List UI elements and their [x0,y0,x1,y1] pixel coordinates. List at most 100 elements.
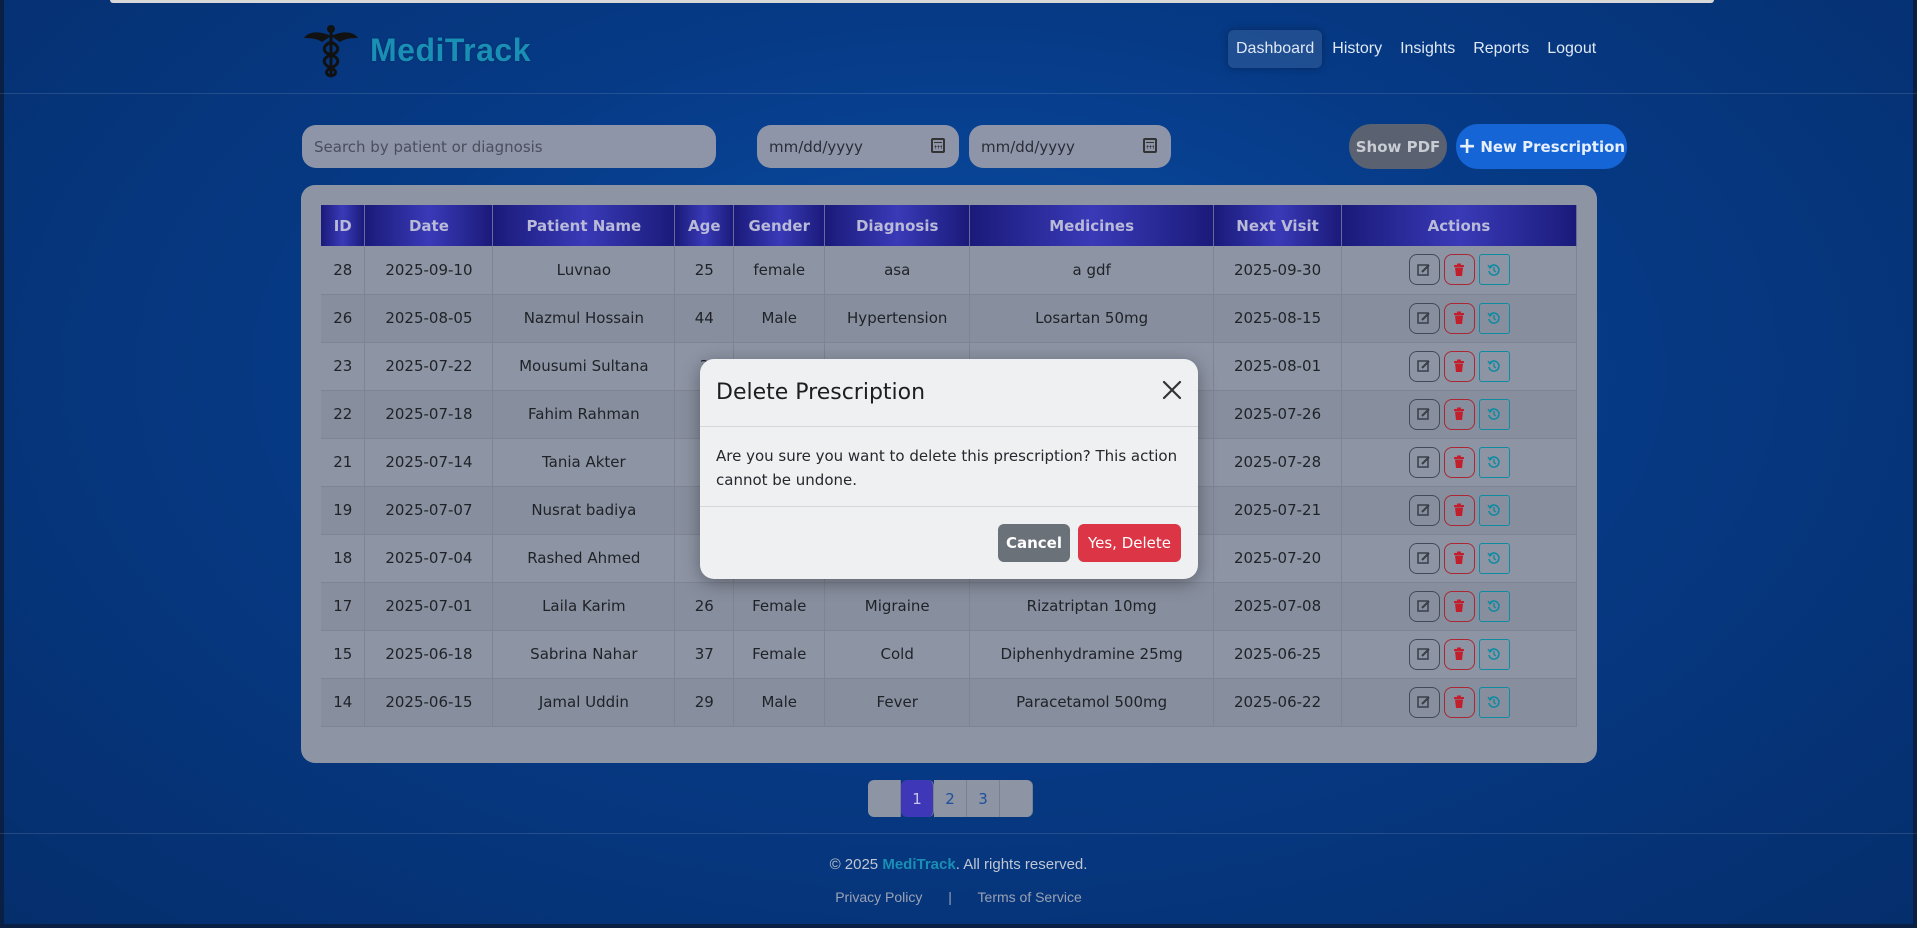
edit-button[interactable] [1408,686,1440,718]
history-button[interactable] [1478,494,1510,526]
edit-button[interactable] [1408,350,1440,382]
column-header[interactable]: Diagnosis [824,205,971,246]
cell-diagnosis: Hypertension [824,294,971,343]
row-actions [1342,542,1576,574]
history-button[interactable] [1478,350,1510,382]
date-from-input[interactable]: mm/dd/yyyy [757,125,959,168]
edit-icon [1417,552,1430,564]
table-row: 28 2025-09-10 Luvnao 25 female asa a gdf 2025-0… [321,246,1577,295]
row-actions [1342,254,1576,286]
modal-footer: Cancel Yes, Delete [700,507,1198,579]
cell-age: 44 [674,294,735,343]
history-button[interactable] [1478,542,1510,574]
history-icon [1487,552,1500,564]
cell-date: 2025-07-01 [364,582,494,631]
nav-history[interactable]: History [1324,30,1390,68]
date-to-input[interactable]: mm/dd/yyyy [969,125,1171,168]
show-pdf-button[interactable]: Show PDF [1349,124,1447,169]
row-actions [1342,638,1576,670]
pagination-prev[interactable] [868,780,901,817]
table-header-row: ID Date Patient Name Age Gender Diagnosi… [321,205,1577,246]
nav-insights[interactable]: Insights [1392,30,1463,68]
edit-button[interactable] [1408,542,1440,574]
cell-age: 26 [674,582,735,631]
history-icon [1487,408,1500,420]
cell-id: 28 [321,246,366,295]
cell-medicines: Losartan 50mg [969,294,1215,343]
edit-button[interactable] [1408,446,1440,478]
cell-id: 26 [321,294,366,343]
delete-button[interactable] [1443,350,1475,382]
delete-button[interactable] [1443,590,1475,622]
delete-button[interactable] [1443,542,1475,574]
cell-next-visit: 2025-07-21 [1213,486,1343,535]
column-header[interactable]: Next Visit [1213,205,1343,246]
new-prescription-button[interactable]: + New Prescription [1456,124,1627,169]
delete-prescription-modal: Delete Prescription Are you sure you wan… [700,359,1198,579]
search-input[interactable] [302,125,716,168]
delete-button[interactable] [1443,686,1475,718]
pagination-next[interactable] [1000,780,1033,817]
close-icon[interactable] [1158,376,1186,404]
delete-button[interactable] [1443,302,1475,334]
history-icon [1487,600,1500,612]
history-button[interactable] [1478,398,1510,430]
history-button[interactable] [1478,638,1510,670]
history-button[interactable] [1478,590,1510,622]
cell-age: 29 [674,678,735,727]
cell-id: 17 [321,582,366,631]
cell-id: 21 [321,438,366,487]
calendar-icon[interactable] [1143,138,1157,153]
cell-actions [1341,582,1577,631]
edit-button[interactable] [1408,398,1440,430]
edit-button[interactable] [1408,494,1440,526]
cell-id: 19 [321,486,366,535]
terms-of-service-link[interactable]: Terms of Service [978,889,1082,905]
copyright-prefix: © 2025 [829,856,879,873]
cell-patient: Tania Akter [492,438,676,487]
cell-patient: Mousumi Sultana [492,342,676,391]
pagination-page-2[interactable]: 2 [934,780,967,817]
column-header[interactable]: Medicines [969,205,1215,246]
calendar-icon[interactable] [931,138,945,153]
edit-button[interactable] [1408,302,1440,334]
logo[interactable]: MediTrack [302,22,531,78]
nav-logout[interactable]: Logout [1539,30,1604,68]
cancel-button[interactable]: Cancel [998,524,1070,562]
nav-dashboard[interactable]: Dashboard [1228,30,1323,68]
column-header[interactable]: Date [364,205,494,246]
edit-button[interactable] [1408,590,1440,622]
delete-button[interactable] [1443,446,1475,478]
nav-reports[interactable]: Reports [1465,30,1537,68]
pagination-page-3[interactable]: 3 [967,780,1000,817]
delete-button[interactable] [1443,254,1475,286]
history-button[interactable] [1478,302,1510,334]
delete-button[interactable] [1443,494,1475,526]
cell-date: 2025-07-18 [364,390,494,439]
pagination-page-1[interactable]: 1 [901,780,934,817]
cell-gender: Female [733,630,826,679]
trash-icon [1454,455,1464,468]
delete-button[interactable] [1443,398,1475,430]
history-button[interactable] [1478,686,1510,718]
cell-date: 2025-09-10 [364,246,494,295]
footer-links: Privacy Policy | Terms of Service [0,889,1917,905]
edit-button[interactable] [1408,638,1440,670]
cell-actions [1341,390,1577,439]
column-header[interactable]: Age [674,205,735,246]
table-row: 14 2025-06-15 Jamal Uddin 29 Male Fever Parace… [321,678,1577,727]
column-header[interactable]: Patient Name [492,205,676,246]
brand-name: MediTrack [370,31,532,68]
delete-button[interactable] [1443,638,1475,670]
copyright: © 2025 MediTrack. All rights reserved. [0,856,1917,873]
column-header[interactable]: ID [321,205,366,246]
edit-button[interactable] [1408,254,1440,286]
history-button[interactable] [1478,254,1510,286]
history-button[interactable] [1478,446,1510,478]
confirm-delete-button[interactable]: Yes, Delete [1078,524,1181,562]
column-header[interactable]: Gender [733,205,826,246]
cell-patient: Luvnao [492,246,676,295]
history-icon [1487,264,1500,276]
privacy-policy-link[interactable]: Privacy Policy [835,889,922,905]
copyright-suffix: . All rights reserved. [955,856,1088,873]
